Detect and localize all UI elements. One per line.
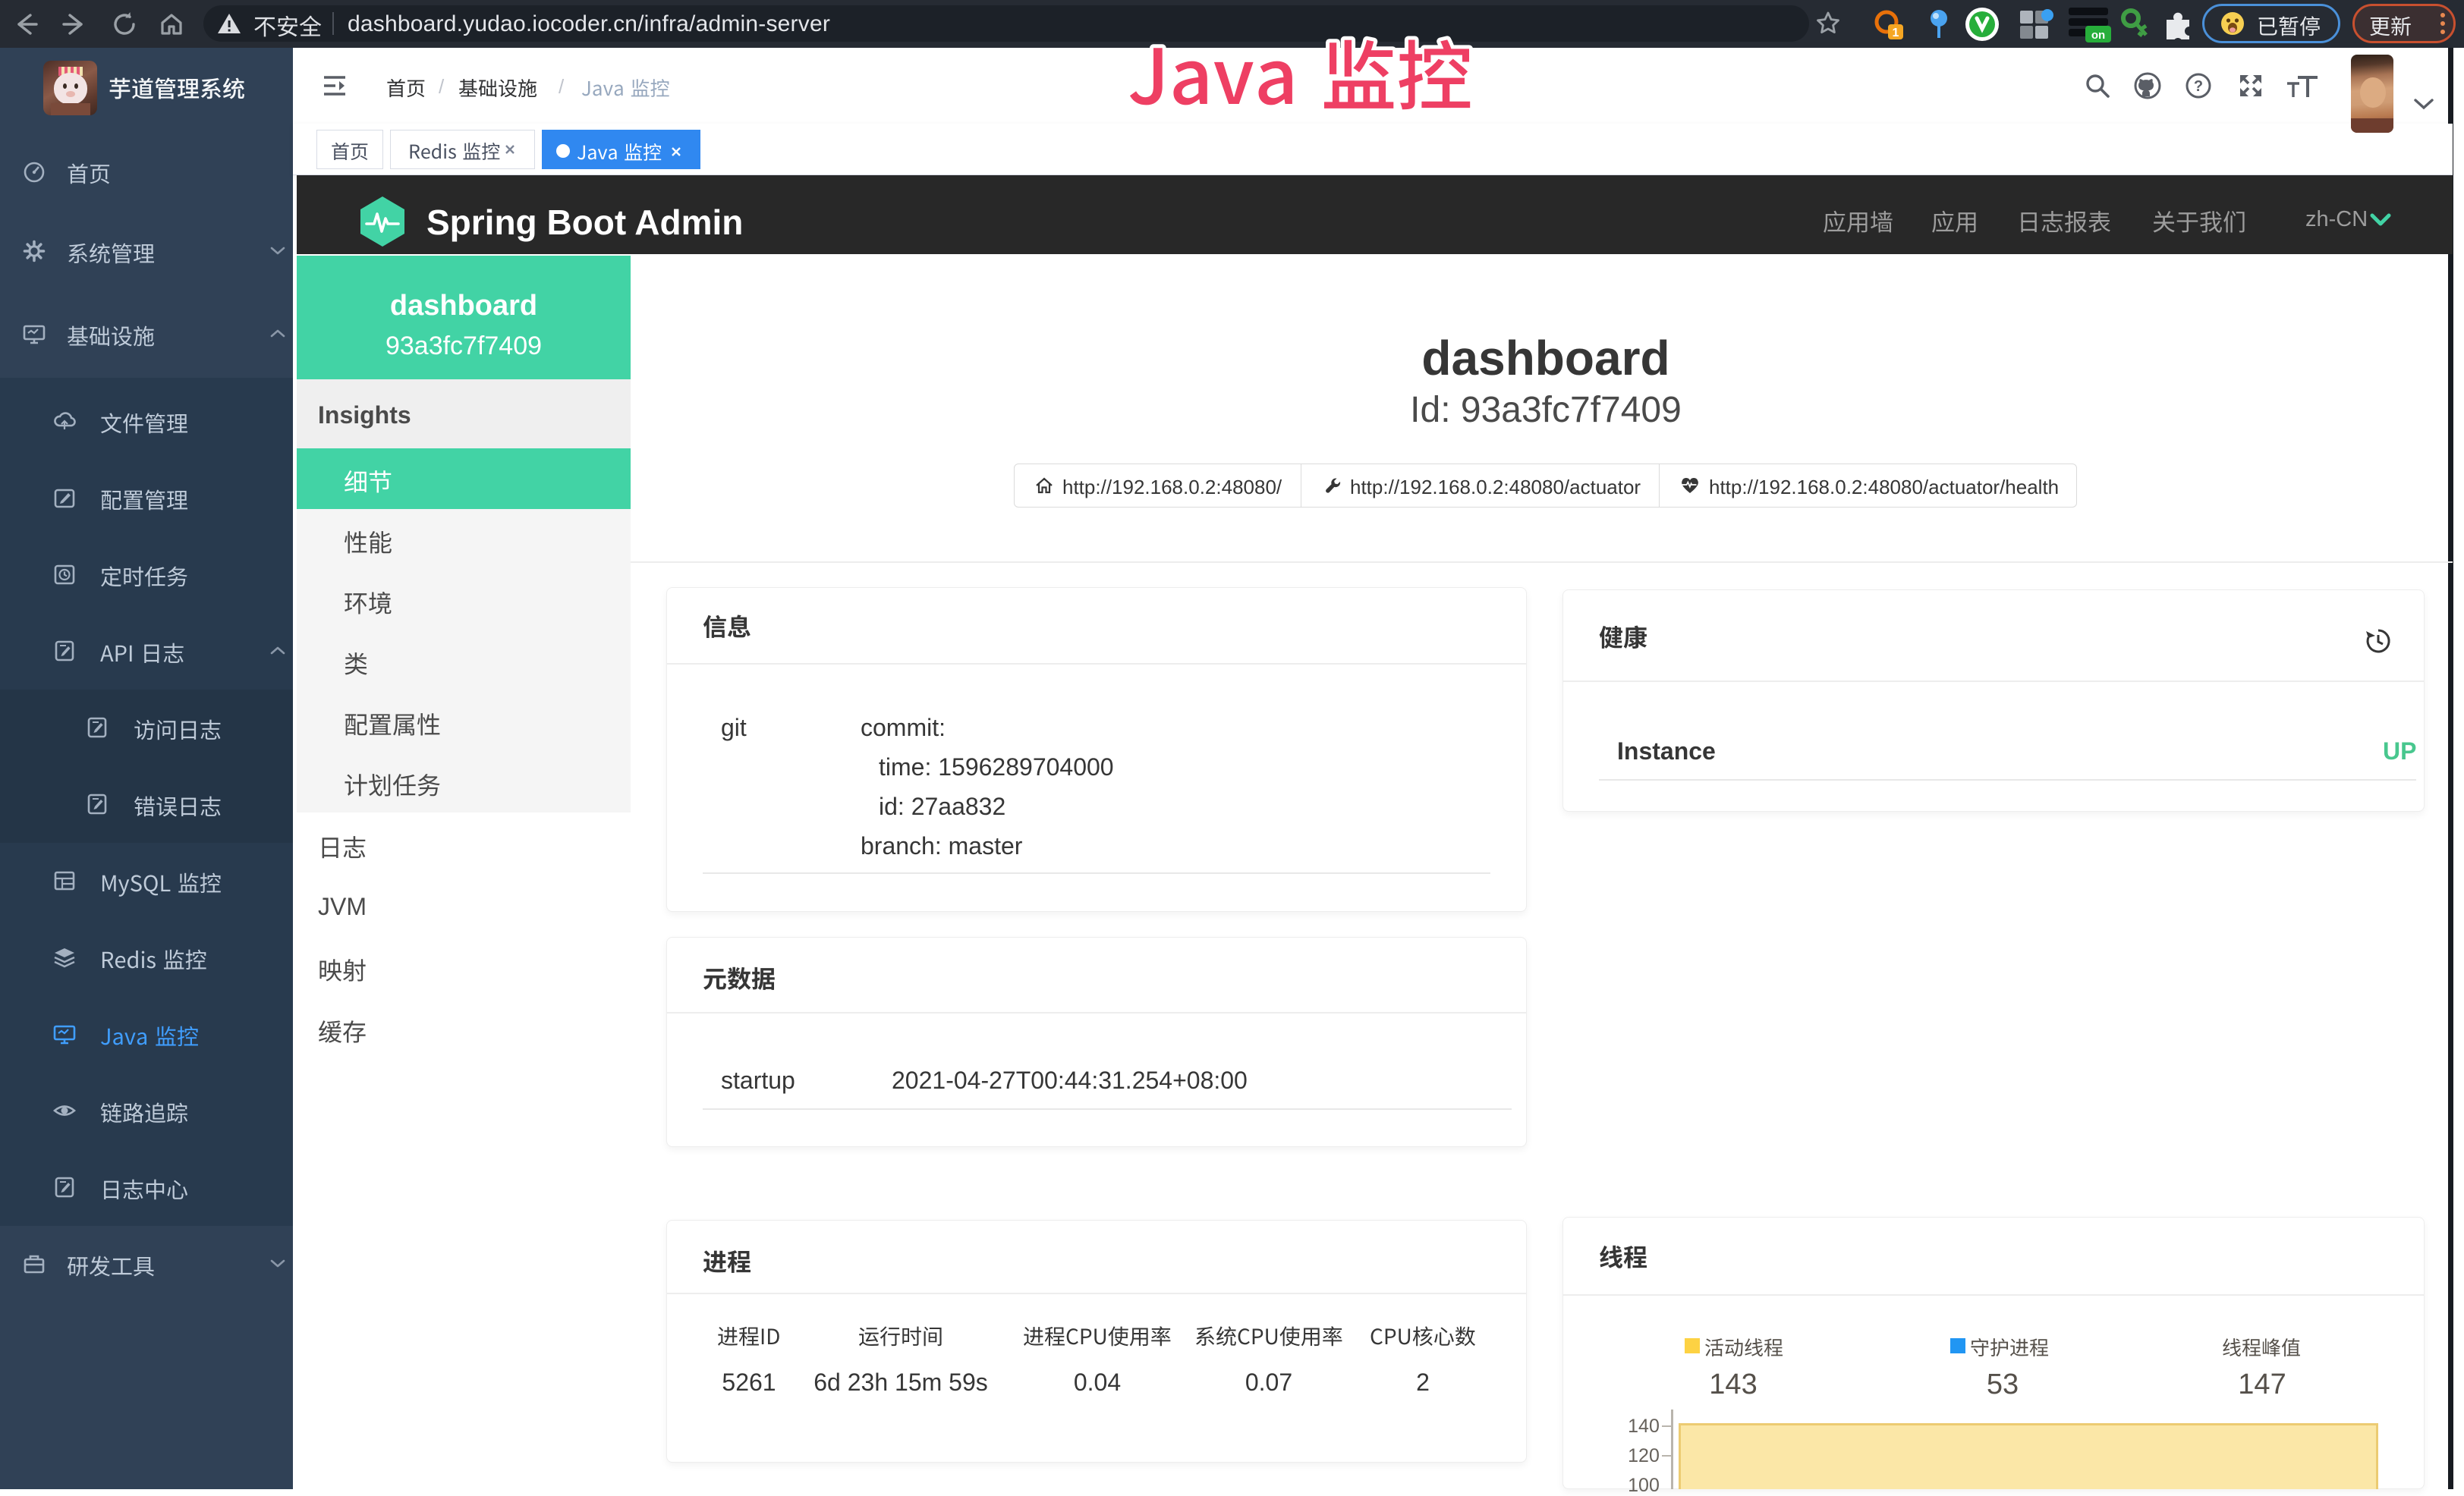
svg-text:?: ? bbox=[2194, 78, 2203, 95]
svg-text:1: 1 bbox=[1893, 27, 1899, 39]
svg-text:on: on bbox=[2091, 29, 2105, 42]
